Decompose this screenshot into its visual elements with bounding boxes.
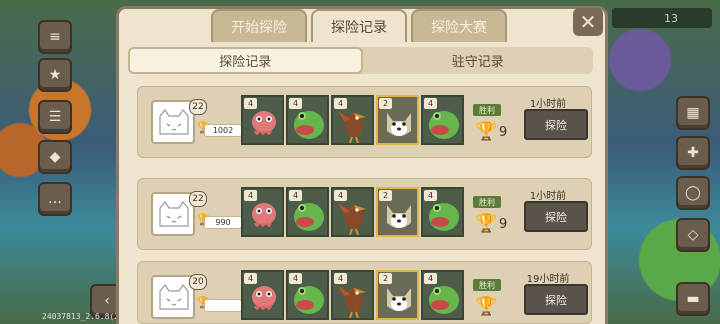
menu-button-1[interactable]: ≡ [38,20,72,54]
sofa-icon[interactable]: ▬ [676,282,710,316]
avatar-level: 22 [189,99,207,115]
main-tabs: 开始探险 探险记录 探险大赛 [211,9,511,42]
avatar-level: 22 [189,191,207,207]
pet-card[interactable]: 4 [241,95,284,145]
pet-lineup: 4 4 4 2 4 [241,95,464,145]
trophy-count: 9 [499,217,508,232]
pet-card[interactable]: 4 [421,270,464,320]
avatar-level: 20 [189,274,207,290]
player-score: 1002 [204,124,242,137]
player-avatar[interactable]: 20 [151,274,207,319]
record-time: 19小时前 [526,274,570,285]
pet-card[interactable]: 4 [286,95,329,145]
star-icon[interactable]: ★ [38,58,72,92]
tab-expedition-records[interactable]: 探险记录 [311,9,407,42]
pet-card[interactable]: 4 [286,187,329,237]
pet-card[interactable]: 4 [241,187,284,237]
resource-count: 13 [664,11,678,25]
tab-start-expedition[interactable]: 开始探险 [211,9,307,42]
resource-counter: 13 [612,8,712,28]
pet-card[interactable]: 4 [421,187,464,237]
player-score [204,299,242,312]
result-badge: 胜利 [473,104,501,116]
record-row: 22 🏆 1002 4 4 4 2 4 胜利 🏆 9 1小时前 探险 [137,86,592,158]
pet-card[interactable]: 4 [421,95,464,145]
record-time: 1小时前 [529,99,567,110]
player-avatar[interactable]: 22 [151,191,207,236]
sub-tabs: 探险记录 驻守记录 [128,47,593,74]
pet-card[interactable]: 4 [331,270,374,320]
gift-icon[interactable]: ▦ [676,96,710,130]
pet-card[interactable]: 2 [376,270,419,320]
basket-icon[interactable]: ◇ [676,218,710,252]
subtab-garrison-records[interactable]: 驻守记录 [363,47,594,74]
explore-button[interactable]: 探险 [524,284,588,315]
book-icon[interactable]: ◆ [38,140,72,174]
message-icon[interactable]: … [38,182,72,216]
pet-card[interactable]: 2 [376,187,419,237]
present-icon[interactable]: ✚ [676,136,710,170]
trophy-reward-icon: 🏆 [475,296,498,317]
pet-lineup: 4 4 4 2 4 [241,270,464,320]
result-badge: 胜利 [473,196,501,208]
trophy-reward-icon: 🏆 [475,121,498,142]
pet-card[interactable]: 4 [286,270,329,320]
tab-expedition-contest[interactable]: 探险大赛 [411,9,507,42]
player-avatar[interactable]: 22 [151,99,207,144]
pet-lineup: 4 4 4 2 4 [241,187,464,237]
result-badge: 胜利 [473,279,501,291]
pet-card[interactable]: 4 [331,95,374,145]
pet-card[interactable]: 2 [376,95,419,145]
chat-icon[interactable]: ☰ [38,100,72,134]
explore-button[interactable]: 探险 [524,109,588,140]
explore-button[interactable]: 探险 [524,201,588,232]
record-time: 1小时前 [529,191,567,202]
pet-card[interactable]: 4 [331,187,374,237]
player-score: 990 [204,216,242,229]
pet-card[interactable]: 4 [241,270,284,320]
record-row: 22 🏆 990 4 4 4 2 4 胜利 🏆 9 1小时前 探险 [137,178,592,250]
subtab-expedition-records[interactable]: 探险记录 [128,47,363,74]
egg-icon[interactable]: ◯ [676,176,710,210]
close-icon[interactable]: ✕ [573,8,603,36]
record-row: 20 🏆 4 4 4 2 4 胜利 🏆 19小时前 探险 [137,261,592,324]
trophy-reward-icon: 🏆 [475,213,498,234]
trophy-count: 9 [499,125,508,140]
